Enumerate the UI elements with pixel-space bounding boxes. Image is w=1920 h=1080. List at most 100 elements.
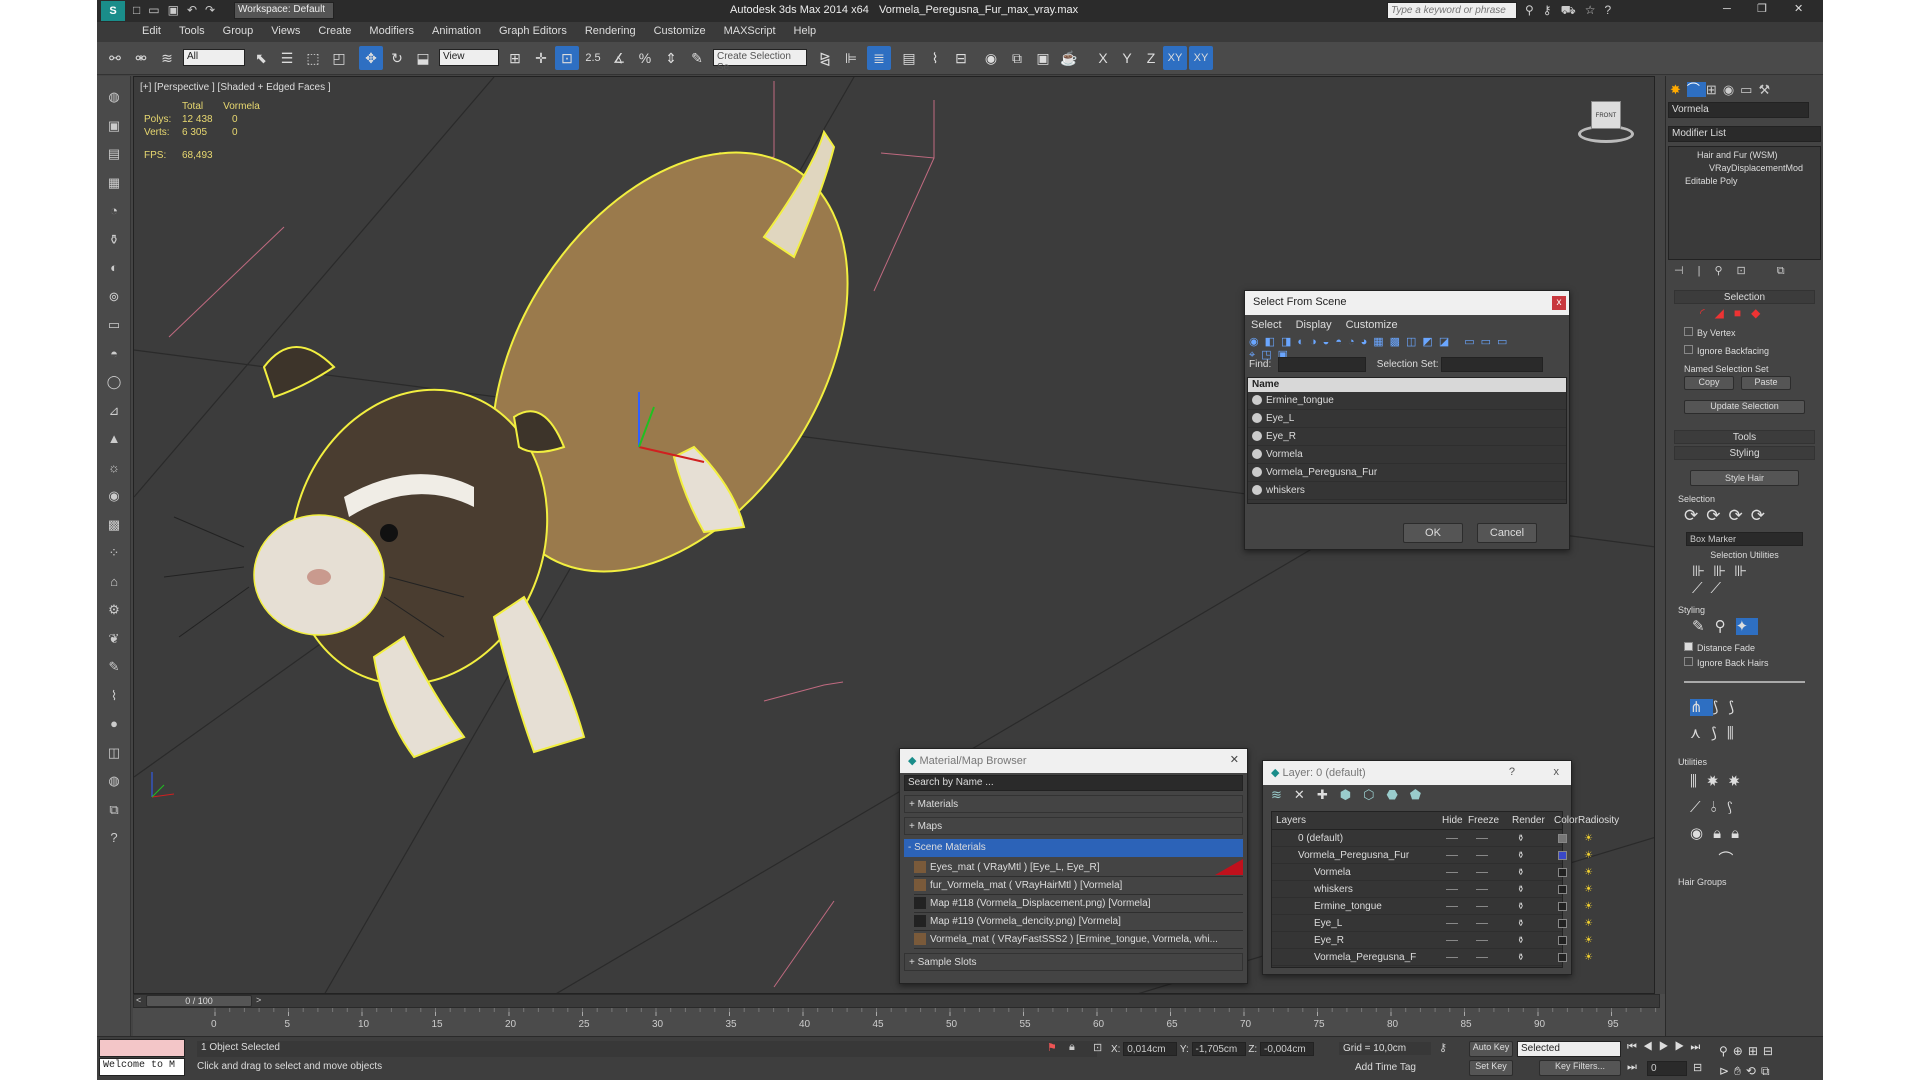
x-coord-field[interactable]: 0,014cm <box>1123 1042 1178 1056</box>
orbit-icon[interactable]: ⟲ <box>1746 1064 1761 1078</box>
scene-list-item[interactable]: Eye_L <box>1248 410 1566 428</box>
redo-icon[interactable]: ↷ <box>205 3 223 17</box>
viewcube[interactable]: FRONT <box>1576 95 1636 145</box>
hide-toggle[interactable] <box>1446 940 1458 941</box>
add-time-tag[interactable]: Add Time Tag <box>1355 1062 1416 1073</box>
color-swatch[interactable] <box>1558 868 1567 877</box>
select-objects-icon[interactable]: ⬢ <box>1340 787 1363 802</box>
hide-toggle[interactable] <box>1446 957 1458 958</box>
undo-icon[interactable]: ↶ <box>187 3 205 17</box>
scene-list-item[interactable]: Vormela <box>1248 446 1566 464</box>
teapot-icon[interactable]: ⚱ <box>1517 881 1525 898</box>
teapot-icon[interactable]: ⚱ <box>1517 915 1525 932</box>
hat-icon[interactable]: ⌂ <box>102 571 126 593</box>
box-marker-dropdown[interactable]: Box Marker <box>1686 532 1803 546</box>
layer-row[interactable]: Eye_L ⚱ ☀ <box>1272 915 1593 932</box>
maxscript-listener[interactable] <box>99 1039 185 1057</box>
name-column-header[interactable]: Name <box>1248 378 1566 392</box>
stack-item-editpoly[interactable]: Editable Poly <box>1673 175 1816 188</box>
material-item[interactable]: fur_Vormela_mat ( VRayHairMtl ) [Vormela… <box>914 877 1243 895</box>
zoom-all-icon[interactable]: ⊕ <box>1733 1044 1748 1058</box>
set-key-button[interactable]: Set Key <box>1469 1060 1513 1076</box>
keyboard-shortcut-icon[interactable]: ⊡ <box>555 46 579 70</box>
rect-selection-icon[interactable]: ⬚ <box>301 46 325 70</box>
key-icon[interactable]: ⚷ <box>1439 1041 1447 1054</box>
globe-icon[interactable]: ◍ <box>102 86 126 108</box>
modifier-list-dropdown[interactable]: Modifier List <box>1668 126 1821 142</box>
brush-size-slider[interactable] <box>1684 681 1805 683</box>
menu-animation[interactable]: Animation <box>423 22 490 40</box>
isolate-icon[interactable]: ⚑ <box>1047 1041 1057 1054</box>
stack-item-hair[interactable]: Hair and Fur (WSM) <box>1673 149 1816 162</box>
pane-icon[interactable]: ◫ <box>102 742 126 764</box>
camera-icon[interactable]: ⊚ <box>102 286 126 308</box>
new-file-icon[interactable]: □ <box>133 3 148 17</box>
menu-display[interactable]: Display <box>1296 319 1332 331</box>
layer-col-header[interactable]: Hide <box>1442 815 1463 826</box>
menu-select[interactable]: Select <box>1251 319 1282 331</box>
utilities-tab-icon[interactable]: ⚒ <box>1758 82 1776 97</box>
viewport-label[interactable]: [+] [Perspective ] [Shaded + Edged Faces… <box>140 82 331 93</box>
sun-icon[interactable]: ☼ <box>102 457 126 479</box>
hide-toggle[interactable] <box>1446 889 1458 890</box>
maximize-viewport-icon[interactable]: ⧉ <box>1761 1064 1775 1078</box>
open-file-icon[interactable]: ▭ <box>148 3 167 17</box>
snaps-toggle-icon[interactable]: 2.5 <box>581 46 605 70</box>
zoom-icon[interactable]: ⚲ <box>1719 1044 1733 1058</box>
close-icon[interactable]: x <box>1554 766 1560 778</box>
axis-y-button[interactable]: Y <box>1115 46 1139 70</box>
menu-create[interactable]: Create <box>309 22 360 40</box>
render-icon[interactable]: ☕ <box>1057 46 1081 70</box>
section-sample-slots[interactable]: + Sample Slots <box>904 953 1243 971</box>
freeze-all-icon[interactable]: ⬟ <box>1410 787 1433 802</box>
question-icon[interactable]: ? <box>102 827 126 849</box>
style-hair-button[interactable]: Style Hair <box>1690 470 1799 486</box>
teapot-icon[interactable]: ⚱ <box>1517 830 1525 847</box>
material-item[interactable]: Map #118 (Vormela_Displacement.png) [Vor… <box>914 895 1243 913</box>
angle-snap-icon[interactable]: ∡ <box>607 46 631 70</box>
zoom-extents-all-icon[interactable]: ⊟ <box>1763 1044 1778 1058</box>
move-icon[interactable]: ✥ <box>359 46 383 70</box>
time-config-icon[interactable]: ⊟ <box>1693 1061 1702 1074</box>
selection-set-dropdown[interactable] <box>1441 357 1544 372</box>
radiosity-icon[interactable]: ☀ <box>1584 915 1593 932</box>
hide-toggle[interactable] <box>1446 923 1458 924</box>
freeze-toggle[interactable] <box>1476 889 1488 890</box>
find-input[interactable] <box>1278 357 1367 373</box>
teapot-icon[interactable]: ⚱ <box>1517 932 1525 949</box>
update-selection-button[interactable]: Update Selection <box>1684 400 1805 414</box>
axis-z-button[interactable]: Z <box>1139 46 1163 70</box>
teapot-icon[interactable]: ⚱ <box>1517 898 1525 915</box>
material-item[interactable]: Vormela_mat ( VRayFastSSS2 ) [Ermine_ton… <box>914 931 1243 949</box>
time-slider-thumb[interactable]: 0 / 100 <box>146 995 252 1007</box>
radiosity-icon[interactable]: ☀ <box>1584 932 1593 949</box>
scene-list-item[interactable]: Ermine_tongue <box>1248 392 1566 410</box>
brush-icon[interactable]: ✎ <box>102 656 126 678</box>
image-icon[interactable]: ▣ <box>102 115 126 137</box>
cone-icon[interactable]: ▲ <box>102 428 126 450</box>
pivot-center-icon[interactable]: ⊞ <box>503 46 527 70</box>
doc-icon[interactable]: ▤ <box>102 143 126 165</box>
radiosity-icon[interactable]: ☀ <box>1584 864 1593 881</box>
color-swatch[interactable] <box>1558 834 1567 843</box>
bind-spacewarp-icon[interactable]: ≋ <box>155 46 179 70</box>
selection-filter-dropdown[interactable]: All <box>183 49 245 66</box>
by-vertex-checkbox[interactable]: By Vertex <box>1684 324 1805 342</box>
ok-button[interactable]: OK <box>1403 523 1463 543</box>
viewcube-face[interactable]: FRONT <box>1591 101 1621 129</box>
paste-button[interactable]: Paste <box>1741 376 1792 390</box>
color-swatch[interactable] <box>1558 885 1567 894</box>
rendered-frame-icon[interactable]: ▣ <box>1031 46 1055 70</box>
radiosity-icon[interactable]: ☀ <box>1584 949 1593 966</box>
key-icon[interactable]: ⚷ <box>1543 3 1561 17</box>
select-manipulate-icon[interactable]: ✛ <box>529 46 553 70</box>
zoom-extents-icon[interactable]: ⊞ <box>1748 1044 1763 1058</box>
box-icon[interactable]: ▭ <box>102 314 126 336</box>
modify-tab-icon[interactable]: ⌒ <box>1686 82 1706 97</box>
align-icon[interactable]: ⊫ <box>839 46 863 70</box>
menu-customize[interactable]: Customize <box>645 22 715 40</box>
minimize-button[interactable]: ─ <box>1723 3 1731 15</box>
goto-start-icon[interactable]: ⏮ <box>1627 1041 1643 1053</box>
teapot-icon[interactable]: ⚱ <box>102 229 126 251</box>
unlink-icon[interactable]: ⚮ <box>129 46 153 70</box>
